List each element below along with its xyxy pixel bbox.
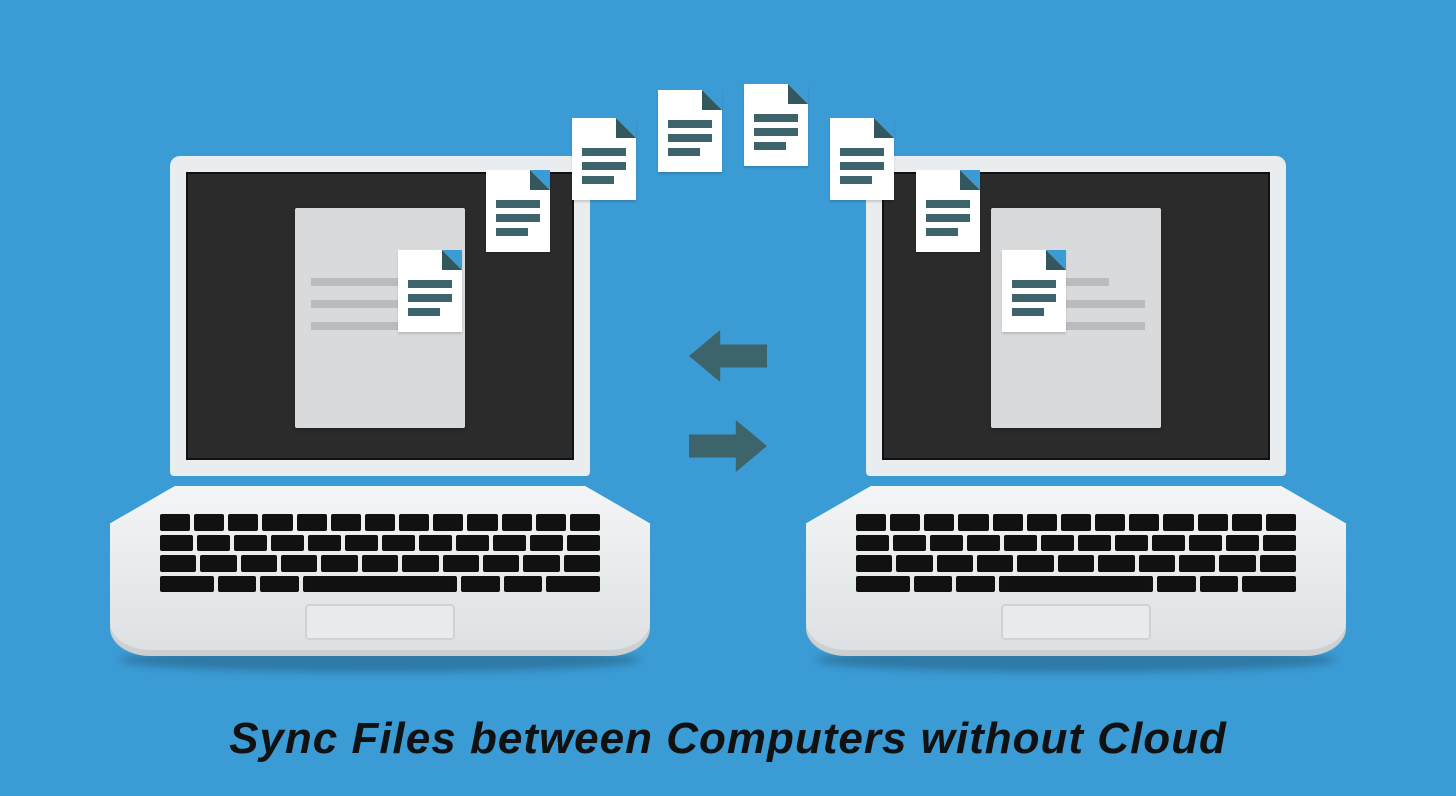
file-document-icon — [916, 170, 980, 252]
file-document-icon — [398, 250, 462, 332]
arrow-right-icon — [689, 420, 767, 472]
laptop-keyboard — [856, 514, 1296, 592]
laptop-keyboard — [160, 514, 600, 592]
file-document-icon — [658, 90, 722, 172]
laptop-base — [806, 486, 1346, 656]
laptop-trackpad — [305, 604, 455, 640]
arrow-left-icon — [689, 330, 767, 382]
file-document-icon — [830, 118, 894, 200]
diagram-stage: Sync Files between Computers without Clo… — [0, 0, 1456, 796]
file-document-icon — [486, 170, 550, 252]
file-document-icon — [1002, 250, 1066, 332]
laptop-trackpad — [1001, 604, 1151, 640]
laptop-base — [110, 486, 650, 656]
file-document-icon — [572, 118, 636, 200]
file-document-icon — [744, 84, 808, 166]
laptop-icon — [110, 136, 650, 656]
diagram-caption: Sync Files between Computers without Clo… — [0, 714, 1456, 764]
laptop-icon — [806, 136, 1346, 656]
